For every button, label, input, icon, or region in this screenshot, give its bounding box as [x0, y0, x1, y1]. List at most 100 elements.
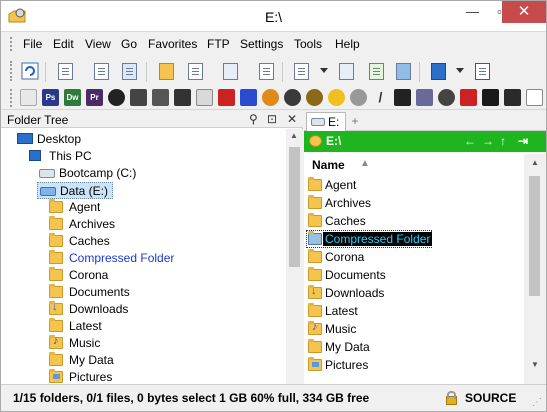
rename-button[interactable] [184, 60, 206, 82]
camera-icon[interactable] [130, 89, 147, 106]
tree-node-data-drive[interactable]: Data (E:) [37, 182, 113, 199]
title-bar[interactable]: E:\ — ▫ ✕ [1, 1, 546, 32]
new-tab-button[interactable]: + [348, 114, 362, 128]
scroll-up-icon[interactable]: ▲ [531, 158, 539, 167]
list-item[interactable]: Music [304, 320, 524, 338]
scrollbar-thumb[interactable] [289, 147, 300, 267]
menu-grip-icon[interactable] [10, 37, 14, 51]
wand-icon[interactable]: / [372, 89, 389, 106]
menu-tools[interactable]: Tools [294, 37, 322, 51]
video-camera-icon[interactable] [174, 89, 191, 106]
photoshop-icon[interactable]: Ps [42, 89, 59, 106]
new-folder-button[interactable] [155, 60, 177, 82]
close-button[interactable]: ✕ [502, 1, 546, 23]
properties-button[interactable] [427, 60, 449, 82]
premiere-icon[interactable]: Pr [86, 89, 103, 106]
drive-icon [311, 118, 325, 126]
tree-node-label: Data (E:) [60, 184, 109, 198]
drive-app-icon[interactable] [20, 89, 37, 106]
tools-icon[interactable] [218, 89, 235, 106]
headphones-icon[interactable] [328, 89, 345, 106]
network-drive-icon [40, 187, 56, 196]
folder-icon [308, 177, 322, 191]
list-item[interactable]: Pictures [304, 356, 524, 374]
lock-view-icon[interactable]: ⊡ [267, 112, 277, 126]
list-item-selected[interactable]: Compressed Folder [304, 230, 524, 248]
camera-app-icon[interactable] [152, 89, 169, 106]
check-icon[interactable] [460, 89, 477, 106]
view-mode-button[interactable] [290, 60, 312, 82]
tab-e-drive[interactable]: E: [306, 112, 346, 131]
alien-icon[interactable] [350, 89, 367, 106]
scroll-down-icon[interactable]: ▼ [531, 360, 539, 369]
folder-icon [49, 250, 63, 264]
pattern-icon[interactable] [416, 89, 433, 106]
chevron-down-icon[interactable] [456, 68, 464, 73]
back-history-button[interactable] [219, 60, 241, 82]
folder-icon [49, 199, 63, 213]
scrollbar-thumb[interactable] [529, 176, 540, 296]
file-list-scrollbar[interactable]: ▲ ▼ [524, 154, 546, 384]
monitor-icon[interactable] [482, 89, 499, 106]
menu-file[interactable]: File [23, 37, 42, 51]
media-app-icon[interactable] [108, 89, 125, 106]
preview-button[interactable] [255, 60, 277, 82]
coin-icon[interactable] [306, 89, 323, 106]
back-history-icon [223, 63, 238, 80]
lock-icon[interactable] [445, 391, 457, 405]
chess-icon[interactable] [504, 89, 521, 106]
resize-grip-icon[interactable]: ⋰ [532, 397, 542, 408]
go-to-end-icon[interactable]: ⇥ [518, 134, 528, 148]
menu-favorites[interactable]: Favorites [148, 37, 197, 51]
paste-button[interactable] [118, 60, 140, 82]
list-item[interactable]: Archives [304, 194, 524, 212]
list-item[interactable]: Corona [304, 248, 524, 266]
copy-button[interactable] [90, 60, 112, 82]
list-item[interactable]: Caches [304, 212, 524, 230]
paste-icon [122, 63, 137, 80]
source-indicator: SOURCE [465, 391, 517, 405]
back-arrow-icon[interactable]: ← [464, 134, 476, 148]
search-icon[interactable]: ⚲ [249, 112, 258, 126]
dual-pane-button[interactable] [335, 60, 357, 82]
gear-icon[interactable] [438, 89, 455, 106]
close-icon[interactable]: ✕ [287, 112, 297, 126]
chip-icon[interactable] [394, 89, 411, 106]
chevron-down-icon[interactable] [320, 68, 328, 73]
file-name: Documents [325, 268, 386, 282]
dark-app-icon[interactable] [284, 89, 301, 106]
dreamweaver-icon[interactable]: Dw [64, 89, 81, 106]
up-arrow-icon[interactable]: ↑ [500, 134, 506, 148]
app-blue-icon[interactable] [240, 89, 257, 106]
tree-node-label: Latest [69, 319, 102, 333]
path-bar[interactable]: E:\ ← → ↑ ⇥ [304, 131, 546, 152]
menu-settings[interactable]: Settings [240, 37, 283, 51]
folder-tree-scrollbar[interactable]: ▲ [286, 129, 303, 384]
sync-button[interactable] [365, 60, 387, 82]
list-item[interactable]: Agent [304, 176, 524, 194]
refresh-button[interactable] [19, 60, 41, 82]
minimize-button[interactable]: — [458, 1, 487, 23]
delete-button[interactable] [471, 60, 493, 82]
menu-go[interactable]: Go [121, 37, 137, 51]
image-tool-icon[interactable] [196, 89, 213, 106]
menu-view[interactable]: View [85, 37, 111, 51]
list-item[interactable]: Latest [304, 302, 524, 320]
menu-help[interactable]: Help [335, 37, 360, 51]
orange-app-icon[interactable] [262, 89, 279, 106]
scroll-up-icon[interactable]: ▲ [290, 131, 298, 140]
menu-edit[interactable]: Edit [53, 37, 74, 51]
document-app-icon[interactable] [526, 89, 543, 106]
file-name: Caches [325, 214, 366, 228]
list-item[interactable]: My Data [304, 338, 524, 356]
pictures-folder-icon [308, 357, 322, 371]
new-file-button[interactable] [54, 60, 76, 82]
menu-ftp[interactable]: FTP [207, 37, 230, 51]
column-header-name[interactable]: Name ▲ [304, 154, 524, 176]
toolbar-grip-icon[interactable] [10, 61, 14, 81]
list-item[interactable]: Documents [304, 266, 524, 284]
toolbar-grip-icon[interactable] [10, 89, 14, 107]
forward-arrow-icon[interactable]: → [482, 134, 494, 148]
list-item[interactable]: Downloads [304, 284, 524, 302]
image-view-button[interactable] [392, 60, 414, 82]
